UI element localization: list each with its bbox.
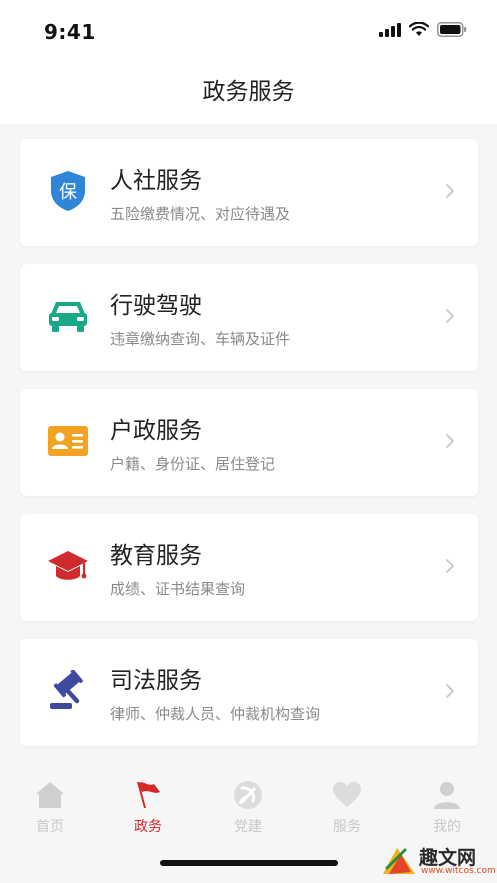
tab-label: 服务 xyxy=(333,819,361,835)
flag-icon xyxy=(133,780,163,810)
user-icon xyxy=(432,780,462,810)
service-title: 教育服务 xyxy=(110,543,202,569)
wifi-icon xyxy=(409,22,429,36)
tab-label: 党建 xyxy=(234,819,262,835)
graduation-cap-icon xyxy=(46,544,90,588)
tab-label: 政务 xyxy=(134,819,162,835)
tab-government[interactable]: 政务 xyxy=(108,780,188,844)
chevron-right-icon xyxy=(440,306,460,326)
service-card-social-security[interactable]: 保 人社服务 五险缴费情况、对应待遇及 xyxy=(20,139,478,246)
chevron-right-icon xyxy=(440,681,460,701)
status-time: 9:41 xyxy=(44,20,96,44)
service-card-judicial[interactable]: 司法服务 律师、仲裁人员、仲裁机构查询 xyxy=(20,639,478,746)
status-bar: 9:41 xyxy=(0,0,497,60)
tab-label: 我的 xyxy=(433,819,461,835)
gavel-icon xyxy=(46,669,90,713)
watermark-logo-icon xyxy=(383,848,415,874)
service-subtitle: 五险缴费情况、对应待遇及 xyxy=(110,205,291,223)
car-icon xyxy=(46,294,90,338)
service-card-education[interactable]: 教育服务 成绩、证书结果查询 xyxy=(20,514,478,621)
tab-party-building[interactable]: 党建 xyxy=(208,780,288,844)
chevron-right-icon xyxy=(440,556,460,576)
status-icons xyxy=(379,22,467,37)
page-title: 政务服务 xyxy=(202,79,295,105)
service-title: 户政服务 xyxy=(110,418,202,444)
party-emblem-icon xyxy=(233,780,263,810)
service-subtitle: 户籍、身份证、居住登记 xyxy=(110,455,276,473)
watermark-url: www.witcos.com xyxy=(421,866,496,876)
tab-home[interactable]: 首页 xyxy=(10,780,90,844)
home-indicator xyxy=(160,860,338,866)
battery-icon xyxy=(437,22,467,37)
signal-icon xyxy=(379,22,401,37)
id-card-icon xyxy=(46,419,90,463)
service-title: 司法服务 xyxy=(110,668,202,694)
service-title: 行驶驾驶 xyxy=(110,293,202,319)
tab-label: 首页 xyxy=(36,819,64,835)
service-title: 人社服务 xyxy=(110,168,202,194)
nav-bar: 政务服务 xyxy=(0,60,497,124)
heart-icon xyxy=(332,780,362,810)
service-subtitle: 律师、仲裁人员、仲裁机构查询 xyxy=(110,705,321,723)
service-subtitle: 成绩、证书结果查询 xyxy=(110,580,246,598)
service-subtitle: 违章缴纳查询、车辆及证件 xyxy=(110,330,291,348)
shield-icon-label: 保 xyxy=(59,182,77,203)
tab-mine[interactable]: 我的 xyxy=(407,780,487,844)
tab-services[interactable]: 服务 xyxy=(307,780,387,844)
watermark: 趣文网 www.witcos.com xyxy=(381,840,496,880)
service-card-driving[interactable]: 行驶驾驶 违章缴纳查询、车辆及证件 xyxy=(20,264,478,371)
chevron-right-icon xyxy=(440,431,460,451)
chevron-right-icon xyxy=(440,181,460,201)
service-card-household[interactable]: 户政服务 户籍、身份证、居住登记 xyxy=(20,389,478,496)
shield-icon: 保 xyxy=(46,169,90,213)
home-icon xyxy=(35,780,65,810)
